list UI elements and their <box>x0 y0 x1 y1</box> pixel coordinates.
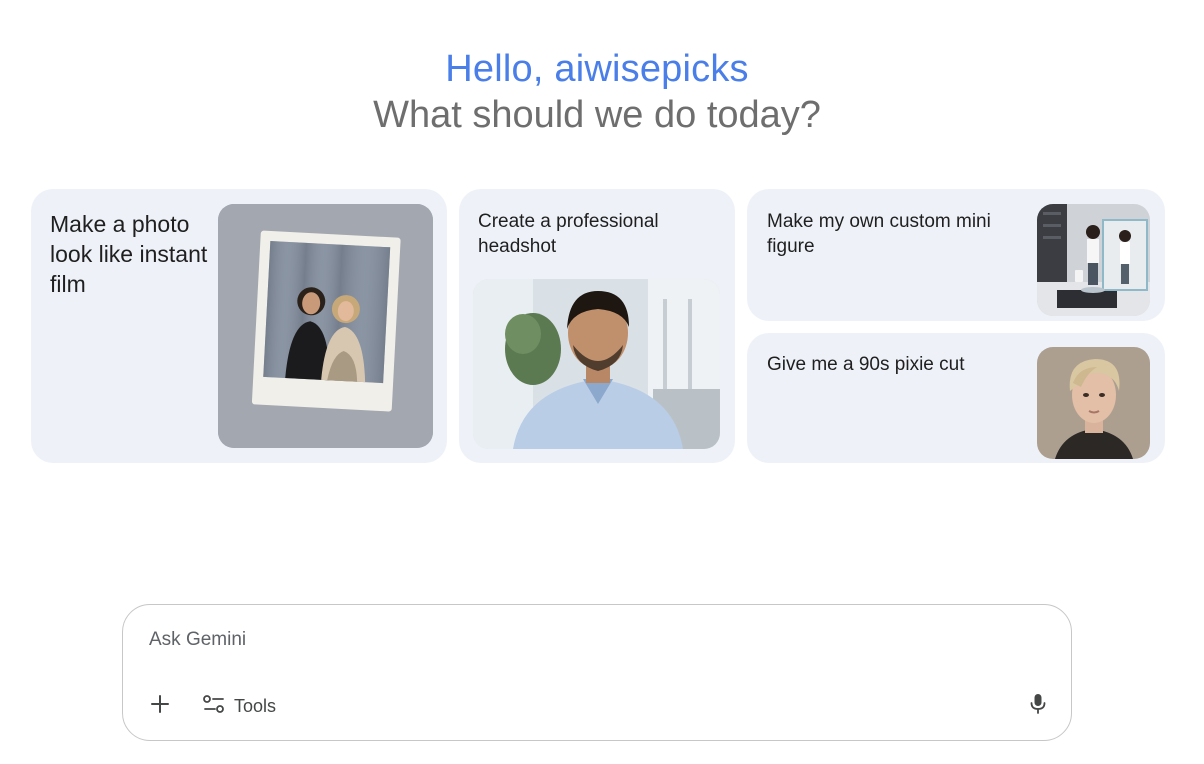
microphone-button[interactable] <box>1023 691 1053 721</box>
plus-icon <box>150 694 170 719</box>
suggestion-card-headshot[interactable]: Create a professional headshot <box>459 189 735 463</box>
tools-button[interactable]: Tools <box>203 689 276 723</box>
headshot-photo-image <box>473 279 720 449</box>
gemini-home: Hello, aiwisepicks What should we do tod… <box>0 0 1204 764</box>
polaroid-photo-image <box>218 204 433 448</box>
suggestion-card-label: Give me a 90s pixie cut <box>767 354 965 375</box>
microphone-icon <box>1030 693 1046 720</box>
greeting-hello: Hello, aiwisepicks <box>445 48 749 90</box>
suggestion-card-label: Make my own custom mini figure <box>767 211 991 257</box>
mini-figure-image <box>1037 204 1150 316</box>
suggestion-card-label: Make a photo look like instant film <box>50 211 208 297</box>
pixie-cut-portrait-image <box>1037 347 1150 459</box>
suggestion-card-instant-film[interactable]: Make a photo look like instant film <box>31 189 447 463</box>
add-button[interactable] <box>145 691 175 721</box>
suggestion-card-pixie-cut[interactable]: Give me a 90s pixie cut <box>747 333 1165 463</box>
prompt-input-box: Tools <box>122 604 1072 741</box>
greeting: Hello, aiwisepicks What should we do tod… <box>0 46 1194 138</box>
greeting-question: What should we do today? <box>373 94 821 136</box>
tools-label: Tools <box>234 695 277 716</box>
suggestion-card-mini-figure[interactable]: Make my own custom mini figure <box>747 189 1165 321</box>
prompt-input[interactable] <box>149 629 949 651</box>
suggestion-card-label: Create a professional headshot <box>478 211 659 257</box>
tools-icon <box>203 694 225 719</box>
